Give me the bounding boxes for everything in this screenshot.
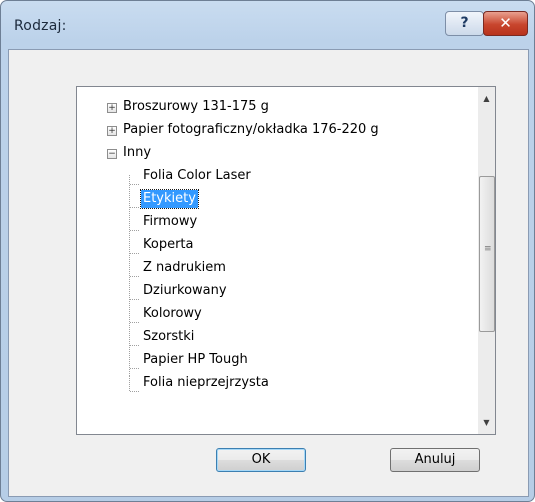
window-title: Rodzaj: [14,18,67,34]
tree-node-dziurkowany[interactable]: Dziurkowany [141,282,229,300]
tree-node-szorstki[interactable]: Szorstki [141,328,196,346]
tree-connector [130,253,139,254]
help-button[interactable]: ? [445,11,484,36]
tree-node-papier-hp-tough[interactable]: Papier HP Tough [141,351,250,369]
close-button[interactable]: ✕ [483,11,528,36]
tree-node-etykiety[interactable]: Etykiety [140,189,199,209]
expand-icon[interactable]: + [107,103,117,113]
scroll-up-icon[interactable]: ▲ [478,90,495,107]
tree-node-folia-color-laser[interactable]: Folia Color Laser [141,167,253,185]
tree-node-papier-fotograficzny[interactable]: Papier fotograficzny/okładka 176-220 g [121,121,381,139]
tree-node-broszurowy[interactable]: Broszurowy 131-175 g [121,98,271,116]
scroll-down-icon[interactable]: ▼ [478,414,495,431]
tree-connector [130,184,139,185]
tree-node-folia-nieprzejrzysta[interactable]: Folia nieprzejrzysta [141,374,271,392]
ok-button[interactable]: OK [216,448,306,472]
tree-connector [130,299,139,300]
tree-connector [130,368,139,369]
expand-icon[interactable]: + [107,126,117,136]
tree-node-inny[interactable]: Inny [121,144,153,162]
cancel-button[interactable]: Anuluj [390,448,480,472]
grip-icon: ≡ [484,244,492,254]
scroll-thumb[interactable]: ≡ [479,176,495,332]
help-icon: ? [460,15,469,31]
tree-connector [130,322,139,323]
tree-node-koperta[interactable]: Koperta [141,236,196,254]
paper-type-tree[interactable]: + Broszurowy 131-175 g + Papier fotograf… [76,86,496,435]
tree-connector [130,207,139,208]
dialog-client-area: + Broszurowy 131-175 g + Papier fotograf… [8,49,529,497]
tree-connector [130,230,139,231]
tree-branch-line [129,376,130,391]
tree-node-z-nadrukiem[interactable]: Z nadrukiem [141,259,228,277]
tree-connector [130,345,139,346]
tree-node-firmowy[interactable]: Firmowy [141,213,199,231]
tree-node-kolorowy[interactable]: Kolorowy [141,305,204,323]
tree-connector [130,276,139,277]
tree-connector [130,391,139,392]
vertical-scrollbar[interactable]: ▲ ≡ ▼ [478,87,495,434]
tree-content: + Broszurowy 131-175 g + Papier fotograf… [77,87,478,434]
dialog-window: Rodzaj: ? ✕ + Broszurowy 131-175 g + Pap… [0,0,535,502]
collapse-icon[interactable]: − [107,149,117,159]
close-icon: ✕ [499,14,512,32]
